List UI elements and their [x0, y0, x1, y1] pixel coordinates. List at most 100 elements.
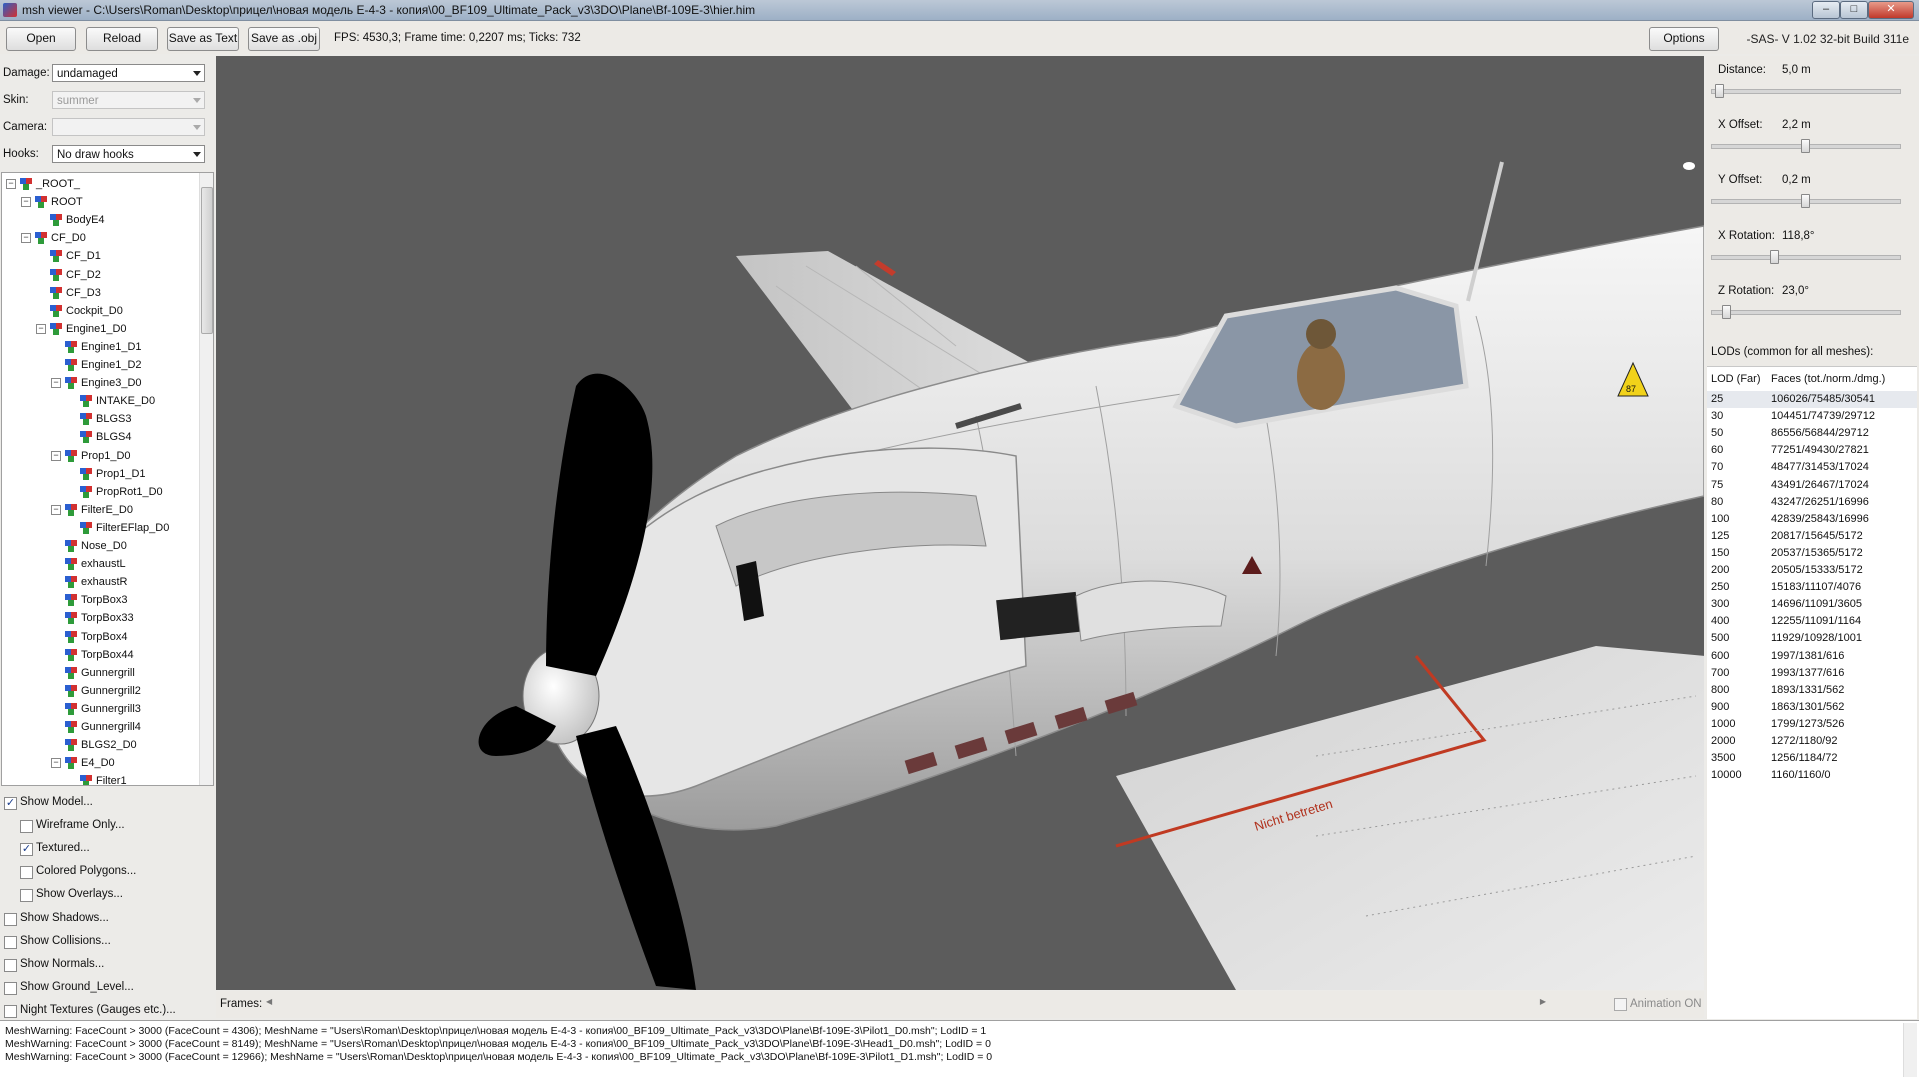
lod-row[interactable]: 250 15183/11107/4076: [1707, 579, 1917, 596]
lod-row[interactable]: 10000 1160/1160/0: [1707, 767, 1917, 784]
mesh-icon: [65, 558, 77, 571]
collapse-toggle[interactable]: −: [51, 450, 61, 461]
lod-faces: 15183/11107/4076: [1771, 581, 1862, 594]
collapse-toggle[interactable]: −: [6, 179, 16, 189]
tree-item-label: CF_D1: [66, 250, 101, 263]
options-button[interactable]: Options: [1649, 27, 1719, 51]
mesh-icon: [65, 503, 77, 516]
tree-item-label: PropRot1_D0: [96, 485, 163, 498]
lod-row[interactable]: 3500 1256/1184/72: [1707, 750, 1917, 767]
collapse-toggle[interactable]: −: [51, 504, 61, 515]
title-bar[interactable]: msh viewer - C:\Users\Roman\Desktop\приц…: [0, 0, 1919, 21]
open-button[interactable]: Open: [6, 27, 76, 51]
lod-row[interactable]: 200 20505/15333/5172: [1707, 562, 1917, 579]
message-log[interactable]: MeshWarning: FaceCount > 3000 (FaceCount…: [0, 1020, 1919, 1080]
slider-thumb[interactable]: [1721, 304, 1731, 319]
checkbox-box[interactable]: [20, 820, 33, 834]
lod-row[interactable]: 900 1863/1301/562: [1707, 699, 1917, 716]
collapse-toggle[interactable]: −: [21, 197, 31, 208]
animation-checkbox[interactable]: [1614, 998, 1627, 1011]
lod-row[interactable]: 60 77251/49430/27821: [1707, 442, 1917, 459]
lod-row[interactable]: 80 43247/26251/16996: [1707, 494, 1917, 511]
lod-row[interactable]: 300 14696/11091/3605: [1707, 596, 1917, 613]
lod-row[interactable]: 75 43491/26467/17024: [1707, 477, 1917, 494]
lods-table[interactable]: LOD (Far) Faces (tot./norm./dmg.) 25 1060…: [1707, 366, 1917, 1019]
tree-scrollbar-thumb[interactable]: [201, 187, 213, 334]
slider-thumb[interactable]: [1770, 249, 1780, 264]
slider-track[interactable]: [1711, 304, 1901, 319]
collapse-toggle[interactable]: −: [21, 233, 31, 244]
lod-row[interactable]: 700 1993/1377/616: [1707, 665, 1917, 682]
lod-row[interactable]: 400 12255/11091/1164: [1707, 613, 1917, 630]
checkbox-box[interactable]: [4, 935, 17, 949]
lod-row[interactable]: 125 20817/15645/5172: [1707, 528, 1917, 545]
collapse-toggle[interactable]: −: [51, 758, 61, 769]
hooks-select[interactable]: No draw hooks: [52, 145, 205, 163]
slider-thumb[interactable]: [1714, 84, 1724, 98]
checkbox-label: Show Overlays...: [36, 888, 123, 901]
damage-select-value: undamaged: [57, 68, 118, 80]
lod-row[interactable]: 150 20537/15365/5172: [1707, 545, 1917, 562]
tree-item-label: Engine1_D1: [81, 340, 142, 353]
lod-row[interactable]: 25 106026/75485/30541: [1707, 391, 1917, 408]
lods-header-faces: Faces (tot./norm./dmg.): [1771, 373, 1886, 385]
slider-thumb[interactable]: [1801, 139, 1810, 154]
collapse-toggle[interactable]: −: [51, 378, 61, 389]
lod-row[interactable]: 1000 1799/1273/526: [1707, 716, 1917, 733]
lod-row[interactable]: 600 1997/1381/616: [1707, 648, 1917, 665]
maximize-button[interactable]: □: [1840, 1, 1868, 19]
lod-row[interactable]: 800 1893/1331/562: [1707, 682, 1917, 699]
wingtip-light: [874, 260, 896, 276]
lod-row[interactable]: 50 86556/56844/29712: [1707, 425, 1917, 442]
slider-track[interactable]: [1711, 84, 1901, 98]
mesh-icon: [65, 721, 77, 733]
skin-select[interactable]: summer: [52, 91, 205, 109]
mesh-icon: [65, 666, 77, 679]
slider-track[interactable]: [1711, 194, 1901, 209]
3d-viewport[interactable]: Nicht betreten 87: [216, 56, 1704, 990]
reload-button[interactable]: Reload: [86, 27, 158, 51]
slider-track[interactable]: [1711, 249, 1901, 264]
save-as-text-button[interactable]: Save as Text: [167, 27, 239, 51]
checkbox-box[interactable]: ✓: [20, 843, 33, 857]
tree-item-label: Prop1_D0: [81, 449, 131, 462]
lod-row[interactable]: 100 42839/25843/16996: [1707, 511, 1917, 528]
lod-distance: 70: [1711, 461, 1724, 474]
version-info: -SAS- V 1.02 32-bit Build 311e: [1746, 32, 1909, 46]
tree-item-label: Prop1_D1: [96, 467, 146, 480]
lod-row[interactable]: 500 11929/10928/1001: [1707, 630, 1917, 647]
mesh-icon: [80, 485, 92, 498]
pilot-head: [1306, 319, 1336, 349]
log-line: MeshWarning: FaceCount > 3000 (FaceCount…: [5, 1051, 993, 1063]
camera-select[interactable]: [52, 118, 205, 136]
slider-label: X Rotation:: [1718, 229, 1775, 242]
checkbox-label: Textured...: [36, 842, 90, 855]
log-scrollbar[interactable]: [1903, 1023, 1917, 1077]
checkbox-box[interactable]: ✓: [4, 797, 17, 810]
frames-slider[interactable]: ◀ ▶: [266, 997, 1546, 1011]
checkbox-box[interactable]: [4, 912, 17, 926]
tree-scrollbar[interactable]: [199, 173, 213, 785]
frames-right-arrow[interactable]: ▶: [1540, 997, 1546, 1006]
checkbox-box[interactable]: [4, 958, 17, 972]
lod-faces: 1993/1377/616: [1771, 666, 1845, 679]
collapse-toggle[interactable]: −: [36, 323, 46, 334]
save-as-obj-button[interactable]: Save as .obj: [248, 27, 320, 51]
frames-left-arrow[interactable]: ◀: [266, 997, 272, 1006]
mesh-hierarchy-tree[interactable]: − _ROOT_ − ROOT BodyE4− CF_D0 CF_D1 CF_D2 CF_D3 C…: [1, 172, 214, 786]
mesh-icon: [80, 521, 92, 534]
lod-row[interactable]: 30 104451/74739/29712: [1707, 408, 1917, 425]
checkbox-box[interactable]: [4, 1004, 17, 1018]
lod-row[interactable]: 70 48477/31453/17024: [1707, 459, 1917, 476]
minimize-button[interactable]: –: [1812, 1, 1840, 19]
slider-value: 118,8°: [1782, 229, 1815, 242]
checkbox-box[interactable]: [20, 866, 33, 880]
mesh-icon: [80, 467, 92, 480]
close-button[interactable]: ✕: [1868, 1, 1914, 19]
checkbox-box[interactable]: [20, 889, 33, 903]
slider-track[interactable]: [1711, 139, 1901, 154]
slider-thumb[interactable]: [1801, 194, 1810, 209]
lod-row[interactable]: 2000 1272/1180/92: [1707, 733, 1917, 750]
checkbox-box[interactable]: [4, 981, 17, 995]
damage-select[interactable]: undamaged: [52, 64, 205, 82]
